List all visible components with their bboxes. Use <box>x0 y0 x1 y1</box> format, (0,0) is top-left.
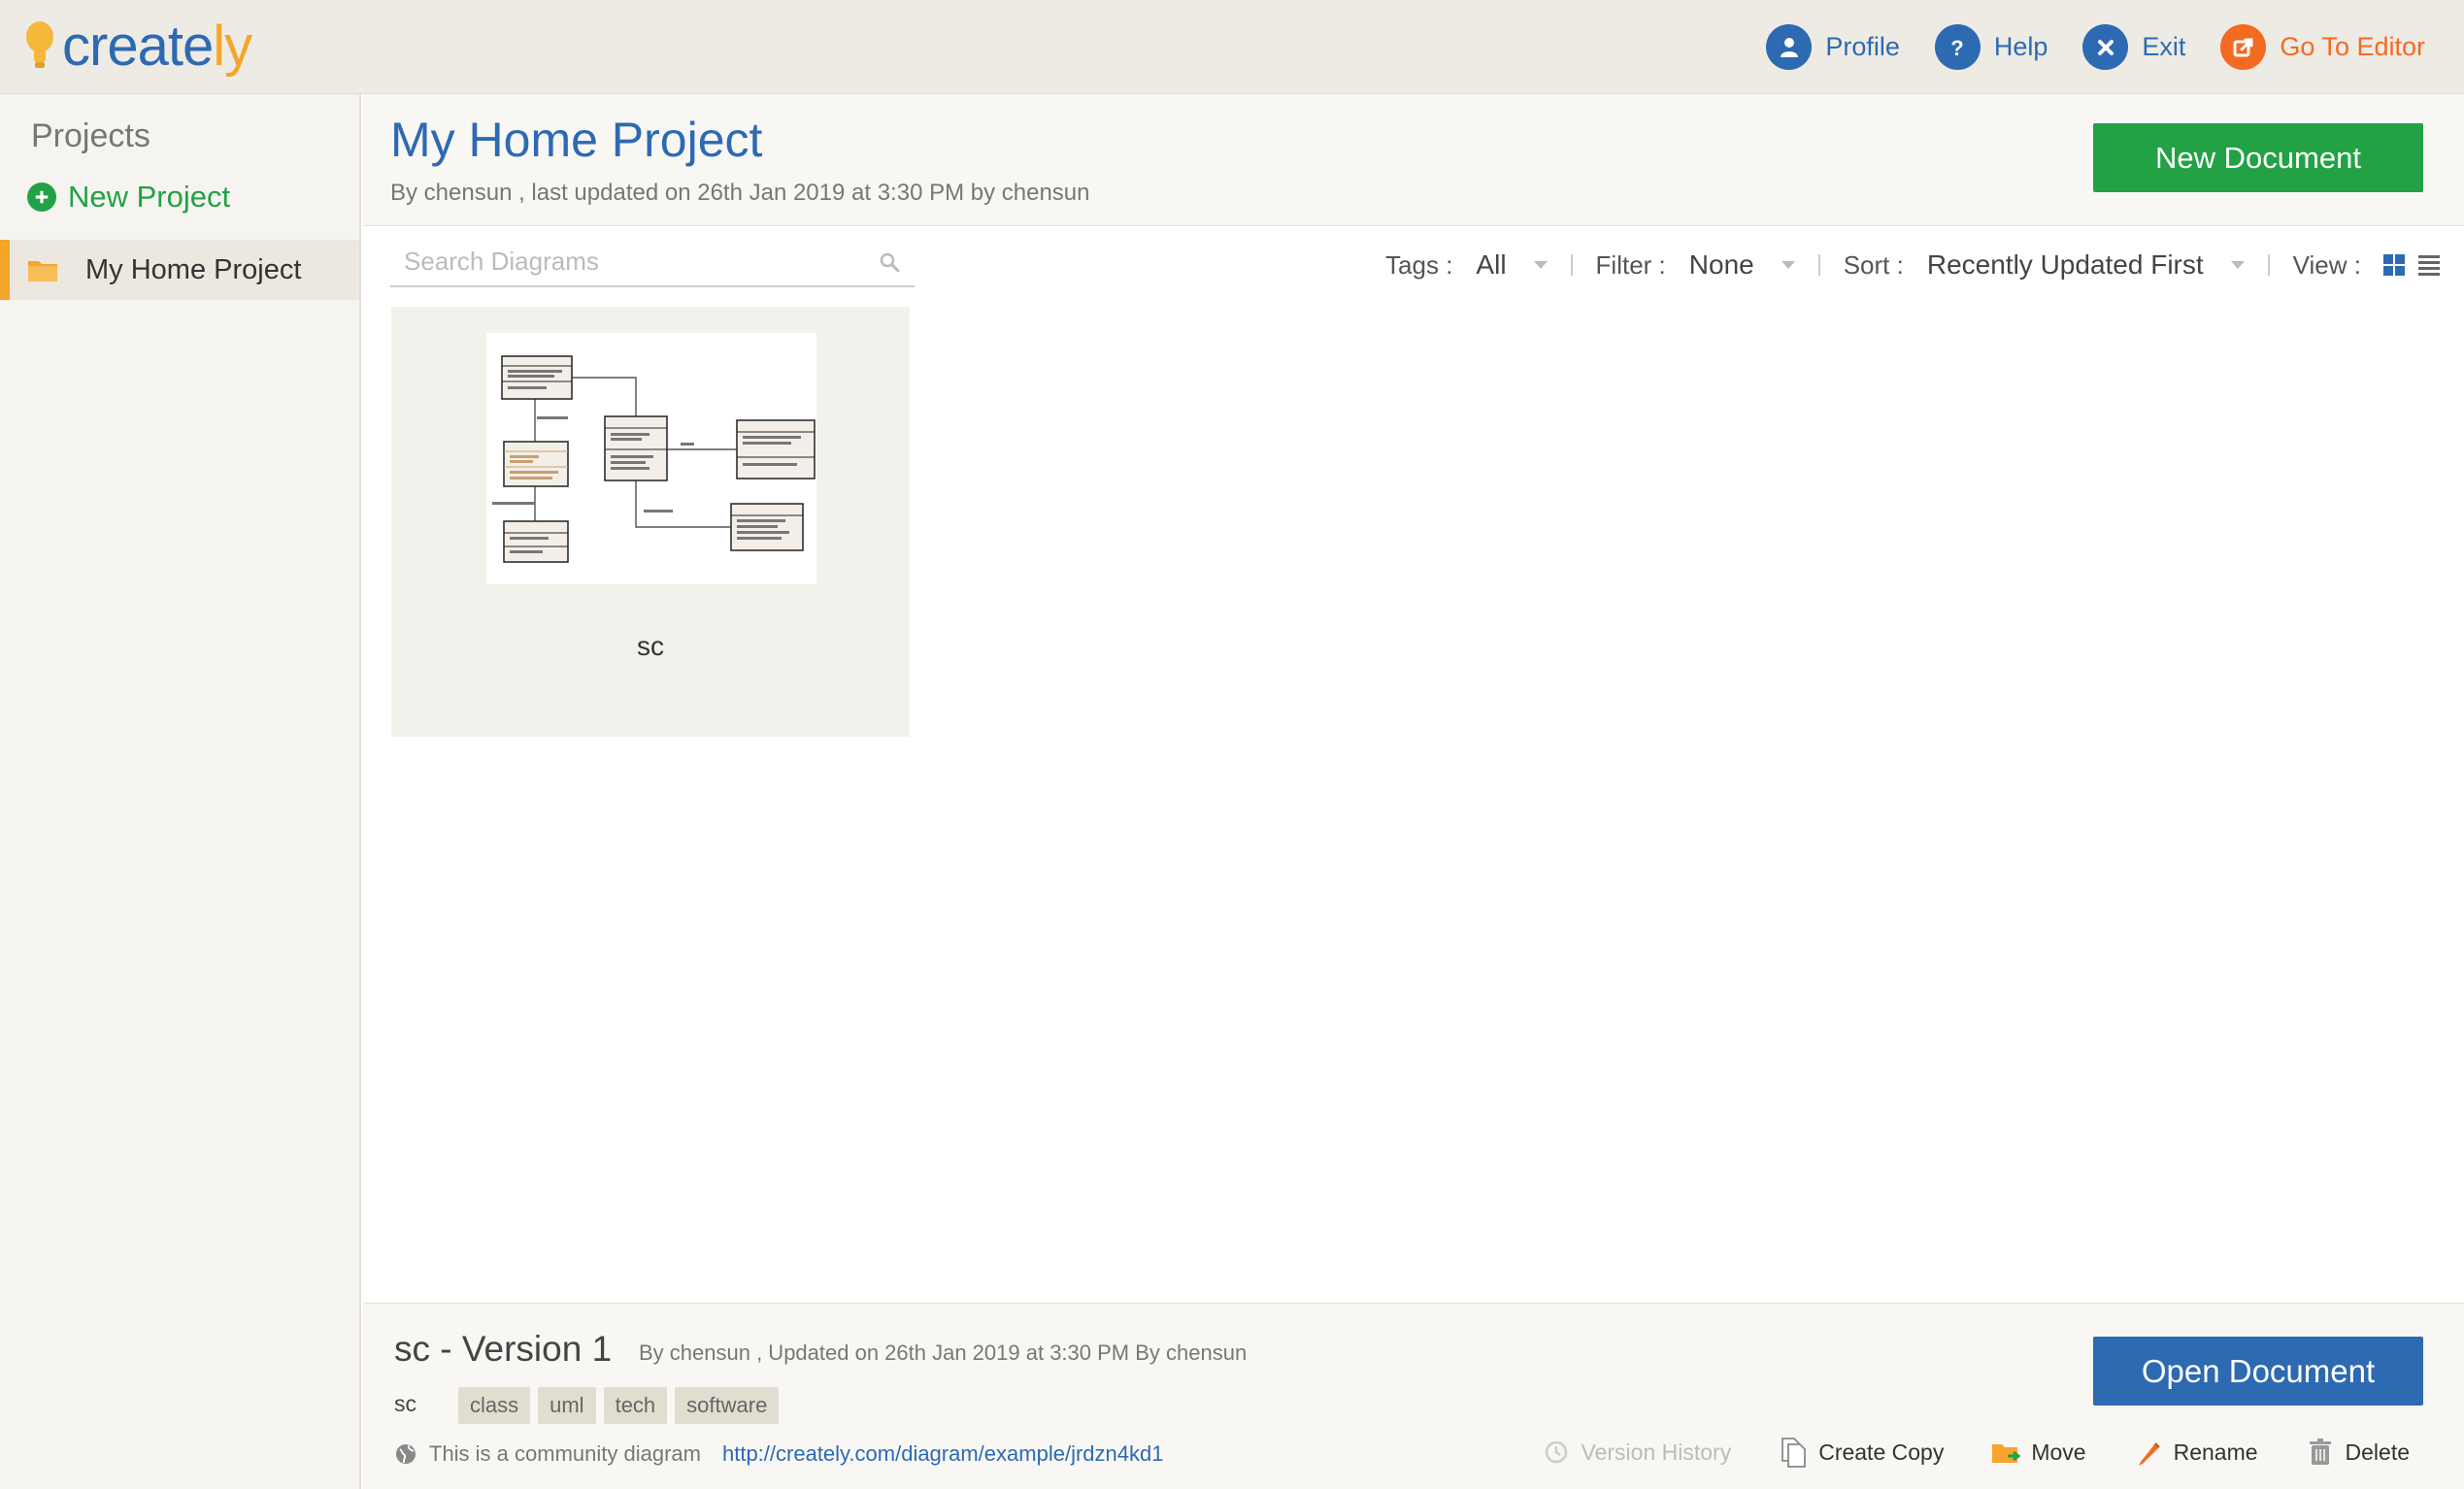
project-header: My Home Project By chensun , last update… <box>363 94 2464 226</box>
search-input[interactable] <box>390 246 856 277</box>
lightbulb-icon <box>26 21 53 68</box>
plus-icon <box>27 182 56 212</box>
document-details-panel: sc - Version 1 By chensun , Updated on 2… <box>363 1303 2464 1489</box>
sidebar-item-label: My Home Project <box>85 253 302 285</box>
tags-label: Tags : <box>1385 249 1453 280</box>
profile-link[interactable]: Profile <box>1766 24 1900 70</box>
document-name: sc <box>637 631 664 661</box>
user-icon <box>1766 24 1813 70</box>
help-link[interactable]: ? Help <box>1934 24 2048 70</box>
grid-view-icon[interactable] <box>2382 253 2406 277</box>
tags-value: All <box>1476 249 1507 280</box>
create-copy-button[interactable]: Create Copy <box>1778 1437 1944 1468</box>
question-icon: ? <box>1934 24 1981 70</box>
new-project-label: New Project <box>68 180 231 214</box>
go-to-editor-label: Go To Editor <box>2280 32 2425 61</box>
delete-label: Delete <box>2345 1439 2410 1465</box>
trash-icon <box>2309 1439 2331 1465</box>
sort-dropdown[interactable]: Recently Updated First <box>1927 249 2245 281</box>
logo-text: creately <box>62 15 252 78</box>
sort-value: Recently Updated First <box>1926 249 2204 280</box>
community-text: This is a community diagram <box>429 1441 701 1466</box>
tag-badge[interactable]: tech <box>603 1387 668 1424</box>
close-icon <box>2082 24 2129 70</box>
move-folder-icon <box>1992 1444 2021 1463</box>
sort-label: Sort : <box>1843 249 1904 280</box>
project-subtitle: By chensun , last updated on 26th Jan 20… <box>390 180 1090 206</box>
divider <box>1570 254 1573 276</box>
exit-link[interactable]: Exit <box>2082 24 2185 70</box>
top-bar: creately Profile ? Help Exit Go To Edito… <box>0 0 2464 94</box>
version-history-label: Version History <box>1581 1439 1732 1465</box>
top-nav: Profile ? Help Exit Go To Editor <box>1766 0 2464 94</box>
projects-sidebar: Projects New Project My Home Project <box>0 94 361 1489</box>
view-label: View : <box>2292 249 2361 280</box>
pencil-icon <box>2138 1442 2160 1466</box>
chevron-down-icon <box>1781 261 1795 269</box>
rename-label: Rename <box>2173 1439 2258 1465</box>
chevron-down-icon <box>2230 261 2245 269</box>
copy-icon <box>1781 1438 1807 1468</box>
new-project-button[interactable]: New Project <box>27 180 230 215</box>
sidebar-item-my-home-project[interactable]: My Home Project <box>0 240 359 300</box>
document-meta: By chensun , Updated on 26th Jan 2019 at… <box>639 1340 1248 1365</box>
delete-button[interactable]: Delete <box>2305 1437 2410 1468</box>
folder-icon <box>28 261 57 281</box>
filter-value: None <box>1688 249 1754 280</box>
document-short-name: sc <box>394 1391 416 1416</box>
tags-dropdown[interactable]: All <box>1476 249 1548 281</box>
document-version-title: sc - Version 1 <box>394 1329 613 1369</box>
chevron-down-icon <box>1533 261 1548 269</box>
filter-label: Filter : <box>1595 249 1666 280</box>
uml-class-diagram-thumbnail <box>492 355 816 563</box>
version-history-button[interactable]: Version History <box>1541 1437 1732 1468</box>
document-card[interactable]: sc <box>391 307 910 737</box>
create-copy-label: Create Copy <box>1818 1439 1945 1465</box>
external-edit-icon <box>2220 24 2267 70</box>
help-label: Help <box>1993 32 2048 61</box>
sidebar-title: Projects <box>31 117 150 154</box>
profile-label: Profile <box>1825 32 1900 61</box>
exit-label: Exit <box>2142 32 2186 61</box>
divider <box>1817 254 1820 276</box>
tag-badge[interactable]: class <box>458 1387 531 1424</box>
svg-text:?: ? <box>1951 36 1964 60</box>
page-title: My Home Project <box>390 113 763 167</box>
tag-badge[interactable]: software <box>675 1387 780 1424</box>
community-link[interactable]: http://creately.com/diagram/example/jrdz… <box>722 1441 1163 1467</box>
globe-icon <box>396 1444 416 1464</box>
community-info: This is a community diagram http://creat… <box>394 1441 1163 1467</box>
new-document-button[interactable]: New Document <box>2093 123 2423 192</box>
search-icon[interactable] <box>878 250 901 274</box>
filter-dropdown[interactable]: None <box>1689 249 1795 281</box>
rename-button[interactable]: Rename <box>2133 1437 2258 1468</box>
tag-badge[interactable]: uml <box>538 1387 596 1424</box>
diagram-thumbnail <box>486 333 816 584</box>
tag-list: class uml tech software <box>458 1387 786 1424</box>
list-view-icon[interactable] <box>2417 253 2441 277</box>
move-button[interactable]: Move <box>1990 1437 2086 1468</box>
go-to-editor-link[interactable]: Go To Editor <box>2220 24 2425 70</box>
search-box <box>390 237 915 287</box>
creately-logo[interactable]: creately <box>23 15 252 78</box>
history-icon <box>1545 1440 1567 1464</box>
filter-toolbar: Tags : All Filter : None Sort : Recently… <box>1385 245 2441 285</box>
divider <box>2267 254 2270 276</box>
open-document-button[interactable]: Open Document <box>2093 1337 2423 1406</box>
document-actions: Version History Create Copy Move Rename <box>1494 1437 2410 1468</box>
move-label: Move <box>2031 1439 2086 1465</box>
